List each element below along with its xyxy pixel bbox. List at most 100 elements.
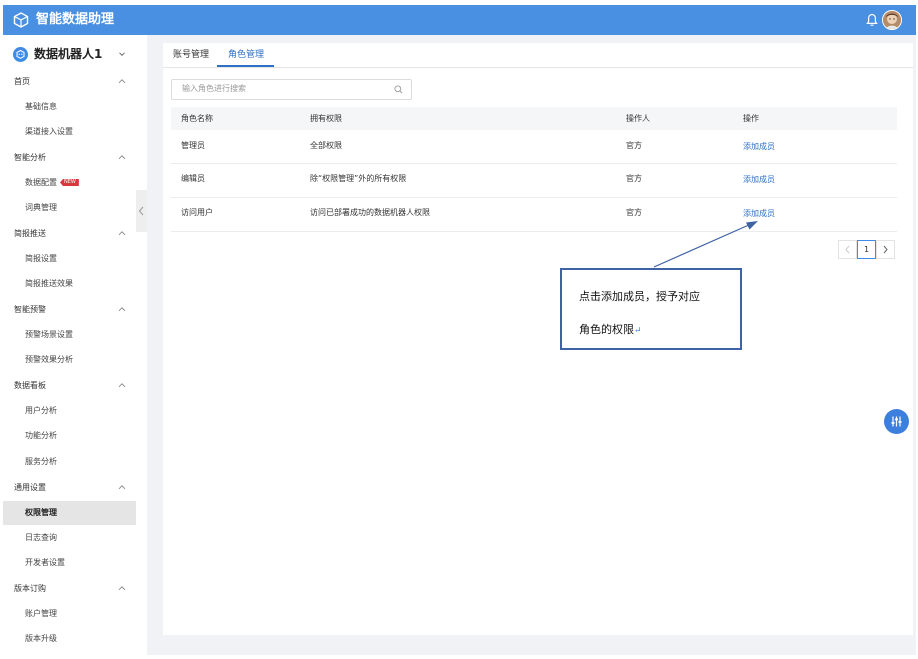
sidebar-item-label: 渠道接入设置 (25, 127, 73, 136)
nav-group-label: 通用设置 (14, 483, 46, 492)
sidebar-item-label: 服务分析 (25, 457, 57, 466)
sidebar-item-label: 用户分析 (25, 406, 57, 415)
bell-icon[interactable] (866, 13, 878, 27)
header-operator: 操作人 (626, 114, 650, 123)
sidebar-item-permissions[interactable]: 权限管理 (3, 501, 136, 525)
annotation-callout: 点击添加成员，授予对应 角色的权限↵ (560, 268, 742, 350)
header-permissions: 拥有权限 (310, 114, 342, 123)
sidebar-item-service-analysis[interactable]: 服务分析 (3, 451, 136, 473)
add-member-link[interactable]: 添加成员 (743, 175, 775, 185)
nav-group-label: 数据看板 (14, 381, 46, 390)
role-permission: 除“权限管理”外的所有权限 (310, 174, 407, 183)
role-name: 管理员 (181, 141, 205, 150)
role-operator: 官方 (626, 208, 642, 217)
top-bar: 智能数据助理 (3, 5, 916, 35)
sidebar-item-label: 开发者设置 (25, 558, 65, 567)
role-operator: 官方 (626, 174, 642, 183)
role-search-input[interactable]: 输入角色进行搜索 (171, 79, 412, 100)
sidebar-item-briefing-effect[interactable]: 简报推送效果 (3, 273, 136, 295)
sidebar-item-data-config[interactable]: 数据配置 NEW (3, 172, 136, 194)
sidebar-item-label: 数据配置 (25, 178, 57, 187)
avatar-face-icon (883, 11, 901, 29)
add-member-link[interactable]: 添加成员 (743, 142, 775, 152)
search-icon[interactable] (394, 85, 403, 94)
sidebar-item-basic-info[interactable]: 基础信息 (3, 96, 136, 118)
nav-group-general-settings[interactable]: 通用设置 (3, 479, 136, 499)
nav-group-alert[interactable]: 智能预警 (3, 301, 136, 321)
bot-name: 数据机器人1 (34, 47, 103, 61)
sidebar-item-label: 词典管理 (25, 203, 57, 212)
sidebar-item-log-query[interactable]: 日志查询 (3, 527, 136, 549)
sidebar-item-label: 简报推送效果 (25, 279, 73, 288)
chevron-up-icon (118, 485, 126, 490)
active-tab-indicator (217, 65, 274, 67)
chevron-left-icon (138, 206, 144, 216)
sidebar-item-label: 权限管理 (25, 508, 57, 517)
role-permission: 访问已部署成功的数据机器人权限 (310, 208, 430, 217)
robot-icon (13, 47, 28, 62)
tab-bar: 账号管理 角色管理 (163, 43, 913, 68)
nav-group-home[interactable]: 首页 (3, 73, 136, 93)
sidebar-item-version-upgrade[interactable]: 版本升级 (3, 628, 136, 650)
callout-line-1: 点击添加成员，授予对应 (579, 290, 700, 303)
table-header: 角色名称 拥有权限 操作人 操作 (171, 107, 897, 130)
chevron-up-icon (118, 155, 126, 160)
chevron-up-icon (118, 586, 126, 591)
header-action: 操作 (743, 114, 759, 123)
sidebar-item-dictionary[interactable]: 词典管理 (3, 197, 136, 219)
nav-group-analysis[interactable]: 智能分析 (3, 149, 136, 169)
chevron-up-icon (118, 307, 126, 312)
new-badge: NEW (60, 179, 79, 186)
sidebar-item-developer-settings[interactable]: 开发者设置 (3, 552, 136, 574)
table-row: 编辑员 除“权限管理”外的所有权限 官方 添加成员 (171, 164, 897, 198)
search-placeholder: 输入角色进行搜索 (182, 84, 246, 93)
chevron-up-icon (118, 79, 126, 84)
callout-line-2: 角色的权限 (579, 323, 634, 336)
sidebar-item-label: 预警场景设置 (25, 330, 73, 339)
sidebar-item-briefing-settings[interactable]: 简报设置 (3, 248, 136, 270)
sidebar-item-label: 账户管理 (25, 609, 57, 618)
sidebar-item-label: 功能分析 (25, 431, 57, 440)
nav-group-label: 首页 (14, 77, 30, 86)
pagination-page-current[interactable]: 1 (857, 240, 876, 259)
sidebar-item-alert-effect[interactable]: 预警效果分析 (3, 349, 136, 371)
main-panel: 账号管理 角色管理 输入角色进行搜索 角色名称 拥有权限 操作人 操作 管理员 … (163, 43, 913, 635)
sidebar-item-channel-settings[interactable]: 渠道接入设置 (3, 121, 136, 143)
sidebar-collapse-handle[interactable] (136, 190, 147, 232)
avatar[interactable] (882, 10, 902, 30)
nav-group-dashboard[interactable]: 数据看板 (3, 377, 136, 397)
sidebar: 数据机器人1 首页 基础信息 渠道接入设置 智能分析 数据配置 NEW 词典管理 … (3, 35, 136, 655)
add-member-link[interactable]: 添加成员 (743, 209, 775, 219)
nav-group-subscription[interactable]: 版本订购 (3, 580, 136, 600)
settings-fab[interactable] (884, 409, 909, 434)
chevron-left-icon (845, 245, 850, 254)
nav-group-label: 简报推送 (14, 229, 46, 238)
return-mark: ↵ (634, 326, 642, 336)
role-operator: 官方 (626, 141, 642, 150)
sidebar-item-label: 基础信息 (25, 102, 57, 111)
sidebar-item-label: 预警效果分析 (25, 355, 73, 364)
nav-group-briefing[interactable]: 简报推送 (3, 225, 136, 245)
nav-group-label: 智能预警 (14, 305, 46, 314)
sidebar-item-alert-scene[interactable]: 预警场景设置 (3, 324, 136, 346)
sidebar-item-label: 版本升级 (25, 634, 57, 643)
tab-role-management[interactable]: 角色管理 (228, 49, 264, 61)
role-name: 访问用户 (181, 208, 213, 217)
sidebar-item-user-analysis[interactable]: 用户分析 (3, 400, 136, 422)
bot-selector[interactable]: 数据机器人1 (3, 41, 136, 67)
pagination-prev-button[interactable] (838, 240, 857, 259)
header-role-name: 角色名称 (181, 114, 213, 123)
pagination-next-button[interactable] (876, 240, 895, 259)
role-name: 编辑员 (181, 174, 205, 183)
sidebar-item-label: 简报设置 (25, 254, 57, 263)
sidebar-item-account-management[interactable]: 账户管理 (3, 603, 136, 625)
cube-logo-icon (13, 12, 29, 28)
table-row: 访问用户 访问已部署成功的数据机器人权限 官方 添加成员 (171, 198, 897, 232)
sidebar-item-feature-analysis[interactable]: 功能分析 (3, 425, 136, 447)
chevron-down-icon (119, 52, 125, 57)
sliders-icon (891, 416, 902, 427)
nav-group-label: 版本订购 (14, 584, 46, 593)
role-permission: 全部权限 (310, 141, 342, 150)
table-row: 管理员 全部权限 官方 添加成员 (171, 130, 897, 164)
tab-account-management[interactable]: 账号管理 (173, 49, 209, 61)
